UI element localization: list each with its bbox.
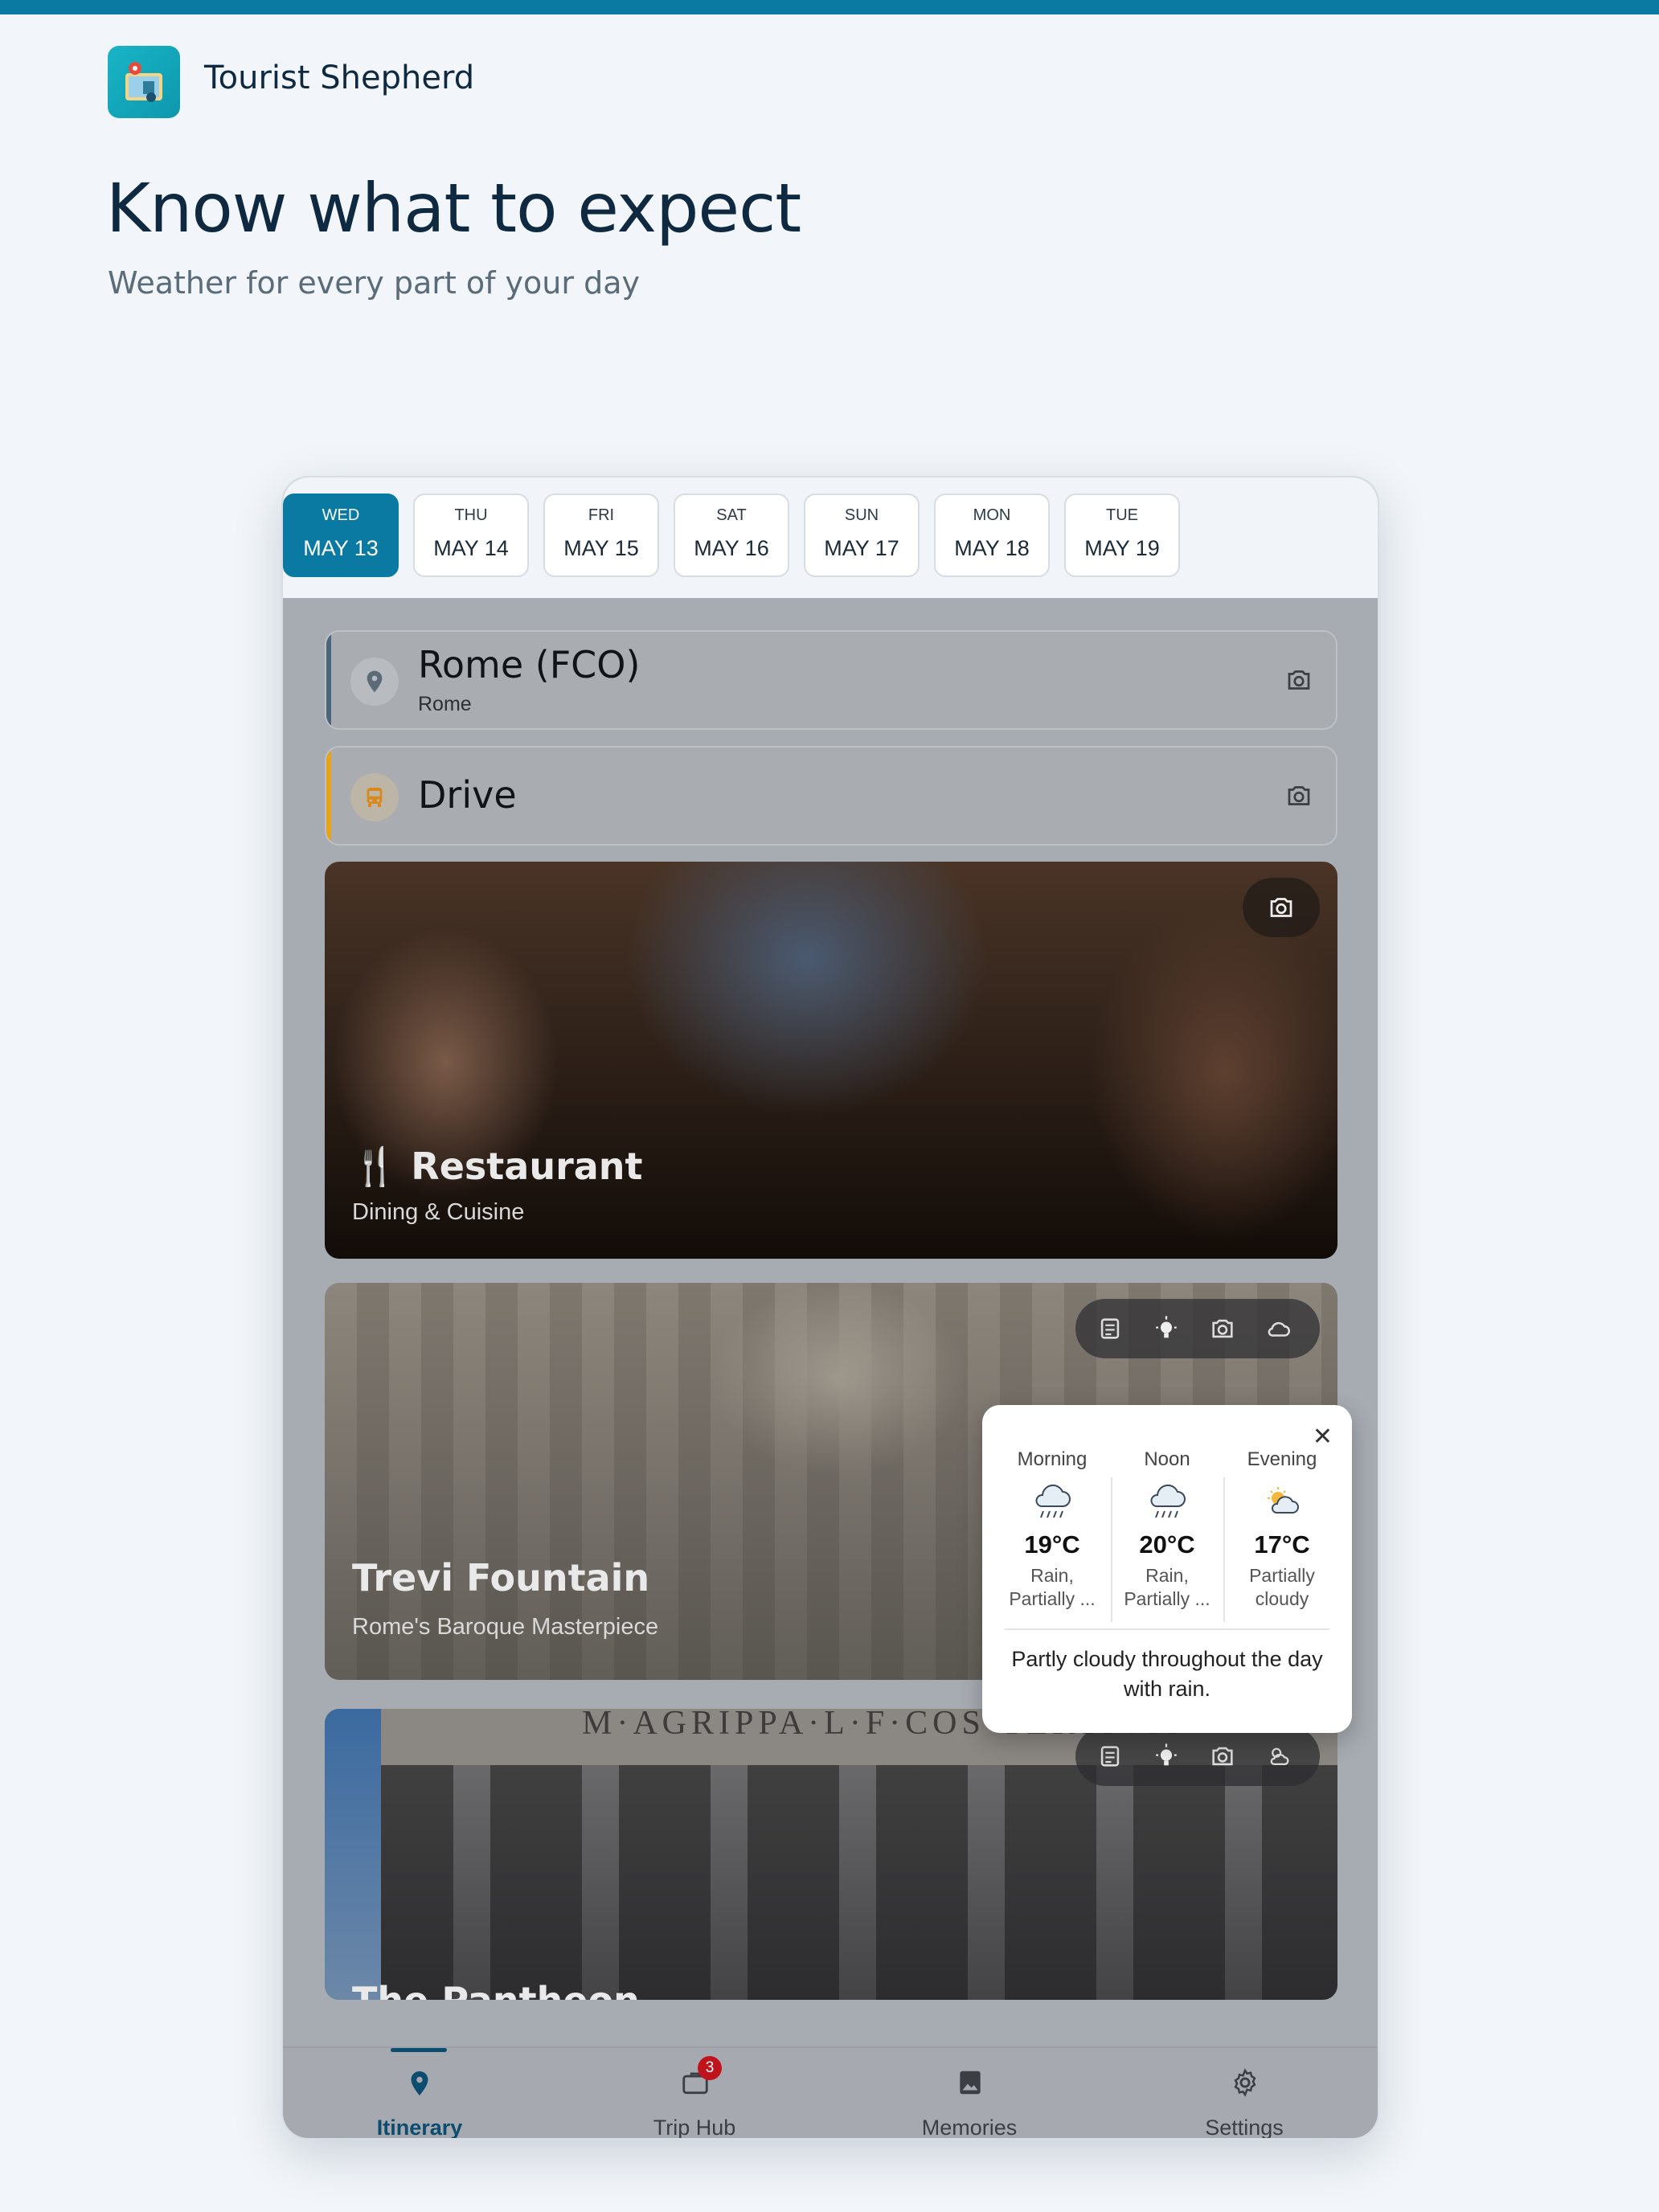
- day-chip-thu[interactable]: THU MAY 14: [413, 494, 529, 577]
- weather-summary: Partly cloudy throughout the day with ra…: [1011, 1647, 1323, 1701]
- restaurant-subtitle: Dining & Cuisine: [352, 1199, 525, 1225]
- period-desc-2: cloudy: [1255, 1588, 1309, 1609]
- lightbulb-icon[interactable]: [1153, 1743, 1180, 1774]
- day-of-week: SUN: [844, 506, 879, 524]
- divider: [1111, 1477, 1112, 1622]
- weather-evening: Evening 17°C Partially cloudy: [1228, 1448, 1336, 1611]
- photo-icon: [955, 2067, 985, 2102]
- gear-icon: [1230, 2067, 1260, 2102]
- day-date: MAY 14: [433, 536, 509, 560]
- notes-icon[interactable]: [1096, 1315, 1124, 1346]
- camera-icon[interactable]: [1243, 878, 1320, 937]
- cloud-icon[interactable]: [1265, 1315, 1292, 1346]
- nav-itinerary[interactable]: Itinerary: [283, 2048, 556, 2140]
- rain-cloud-icon: [1113, 1482, 1221, 1526]
- notes-icon[interactable]: [1096, 1743, 1124, 1774]
- nav-trip-hub[interactable]: 3 Trip Hub: [558, 2048, 831, 2140]
- day-date: MAY 19: [1084, 536, 1160, 560]
- app-name: Tourist Shepherd: [204, 59, 475, 96]
- period-label: Evening: [1247, 1448, 1317, 1470]
- day-of-week: MON: [973, 506, 1011, 524]
- location-card[interactable]: Rome (FCO) Rome: [325, 630, 1337, 730]
- hero-subheadline: Weather for every part of your day: [108, 265, 640, 301]
- close-icon[interactable]: ✕: [1313, 1423, 1333, 1451]
- weather-noon: Noon 20°C Rain, Partially ...: [1113, 1448, 1221, 1611]
- period-temp: 17°C: [1254, 1530, 1310, 1559]
- period-desc-1: Rain,: [1030, 1565, 1074, 1586]
- divider: [1223, 1477, 1225, 1622]
- day-date: MAY 17: [824, 536, 899, 560]
- day-date: MAY 15: [563, 536, 639, 560]
- day-of-week: SAT: [716, 506, 747, 524]
- day-chip-sat[interactable]: SAT MAY 16: [674, 494, 789, 577]
- fork-knife-icon: 🍴: [352, 1145, 399, 1188]
- day-chip-wed[interactable]: WED MAY 13: [283, 494, 399, 577]
- activity-actions: [1075, 1727, 1320, 1786]
- lightbulb-icon[interactable]: [1153, 1315, 1180, 1346]
- day-chip-fri[interactable]: FRI MAY 15: [543, 494, 659, 577]
- period-label: Morning: [1017, 1448, 1088, 1470]
- hero-headline: Know what to expect: [106, 169, 801, 248]
- location-pin-icon: [350, 657, 399, 706]
- trevi-title: Trevi Fountain: [352, 1556, 650, 1600]
- restaurant-title: Restaurant: [411, 1145, 643, 1188]
- period-desc-2: Partially ...: [1009, 1588, 1096, 1609]
- day-of-week: WED: [322, 506, 360, 524]
- pantheon-title: The Pantheon: [352, 1979, 640, 2000]
- device-frame: WED MAY 13 THU MAY 14 FRI MAY 15 SAT MAY…: [281, 476, 1379, 2140]
- day-chip-mon[interactable]: MON MAY 18: [934, 494, 1050, 577]
- nav-itinerary-label: Itinerary: [376, 2116, 463, 2140]
- restaurant-title-row: 🍴 Restaurant: [352, 1145, 643, 1189]
- camera-icon[interactable]: [1284, 666, 1313, 698]
- day-chip-tue[interactable]: TUE MAY 19: [1064, 494, 1180, 577]
- location-title: Rome (FCO): [418, 643, 641, 686]
- bottom-nav: Itinerary 3 Trip Hub Memories Settings: [283, 2046, 1378, 2140]
- transport-title: Drive: [418, 773, 517, 817]
- transport-card[interactable]: Drive: [325, 746, 1337, 846]
- camera-icon[interactable]: [1209, 1743, 1236, 1774]
- day-chip-sun[interactable]: SUN MAY 17: [804, 494, 920, 577]
- weather-popup: ✕ Morning 19°C Rain, Partially ... Noon …: [982, 1405, 1352, 1733]
- divider: [1005, 1628, 1329, 1630]
- day-of-week: THU: [454, 506, 488, 524]
- nav-trip-hub-label: Trip Hub: [653, 2116, 736, 2140]
- sun-cloud-icon: [1228, 1482, 1336, 1526]
- nav-memories[interactable]: Memories: [833, 2048, 1106, 2140]
- period-desc-2: Partially ...: [1124, 1588, 1210, 1609]
- active-indicator: [391, 2048, 447, 2052]
- bus-icon: [350, 773, 399, 821]
- trevi-subtitle: Rome's Baroque Masterpiece: [352, 1614, 659, 1640]
- period-label: Noon: [1144, 1448, 1190, 1470]
- pantheon-sky: [325, 1709, 381, 2000]
- app-logo: [108, 46, 180, 118]
- transport-accent-stripe: [326, 748, 331, 844]
- camera-icon[interactable]: [1209, 1315, 1236, 1346]
- period-desc-1: Partially: [1249, 1565, 1315, 1586]
- day-of-week: FRI: [588, 506, 615, 524]
- nav-settings-label: Settings: [1205, 2116, 1284, 2140]
- rain-cloud-icon: [998, 1482, 1106, 1526]
- day-date: MAY 13: [303, 536, 379, 560]
- day-date: MAY 18: [954, 536, 1030, 560]
- map-pin-icon: [405, 2067, 434, 2103]
- date-selector: WED MAY 13 THU MAY 14 FRI MAY 15 SAT MAY…: [283, 477, 1378, 598]
- nav-settings[interactable]: Settings: [1108, 2048, 1378, 2140]
- nav-memories-label: Memories: [921, 2116, 1018, 2140]
- partly-cloudy-icon[interactable]: [1265, 1743, 1292, 1774]
- activity-actions: [1075, 1299, 1320, 1358]
- day-date: MAY 16: [694, 536, 769, 560]
- location-accent-stripe: [326, 632, 331, 728]
- camera-icon[interactable]: [1284, 781, 1313, 814]
- period-desc-1: Rain,: [1145, 1565, 1189, 1586]
- weather-morning: Morning 19°C Rain, Partially ...: [998, 1448, 1106, 1611]
- top-accent-bar: [0, 0, 1659, 14]
- day-of-week: TUE: [1106, 506, 1138, 524]
- period-temp: 20°C: [1139, 1530, 1195, 1559]
- location-subtitle: Rome: [418, 693, 472, 715]
- period-temp: 19°C: [1024, 1530, 1080, 1559]
- pantheon-card[interactable]: M·AGRIPPA·L·F·COS·TERTIVM The Pantheon: [325, 1709, 1337, 2000]
- notification-badge: 3: [698, 2056, 722, 2080]
- restaurant-card[interactable]: 🍴 Restaurant Dining & Cuisine: [325, 862, 1337, 1259]
